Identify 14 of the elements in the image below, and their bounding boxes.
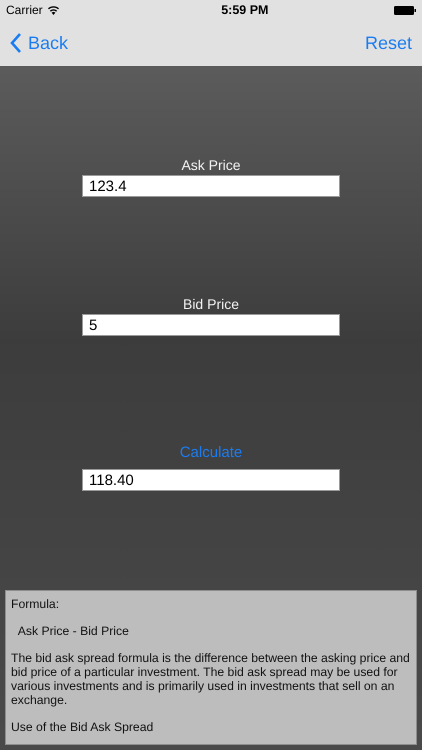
chevron-left-icon [10, 33, 22, 53]
info-paragraph: The bid ask spread formula is the difference between the asking price and bid price of a particular investment. The bid ask spread may be used for various investments and is primarily used in investments that sell on an exchange. [11, 651, 411, 707]
input-field[interactable]: 123.4 [82, 175, 340, 197]
info-paragraph: Use of the Bid Ask Spread [11, 720, 154, 734]
info-paragraph: Ask Price - Bid Price [16, 624, 130, 638]
battery-icon [394, 6, 416, 14]
carrier-name: Carrier [6, 3, 43, 17]
input-field[interactable]: 5 [82, 314, 340, 336]
status-time: 5:59 PM [221, 3, 268, 17]
wifi-icon [46, 5, 60, 15]
result-field[interactable]: 118.40 [82, 469, 340, 491]
field-label: Bid Price [182, 296, 240, 312]
info-paragraph: Formula: [11, 597, 60, 611]
field-label: Ask Price [181, 157, 241, 173]
